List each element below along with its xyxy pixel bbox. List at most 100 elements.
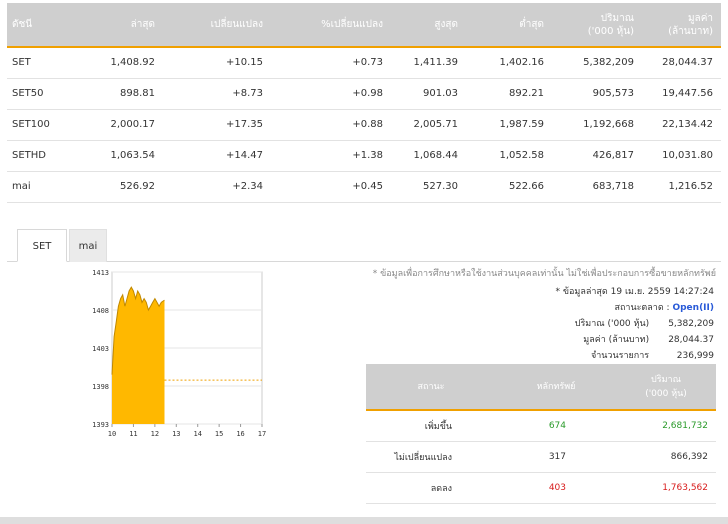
market-volume-label: ปริมาณ ('000 หุ้น): [574, 319, 650, 329]
index-pct-change: +1.38: [271, 140, 391, 172]
col-header-value[interactable]: มูลค่า (ล้านบาท): [642, 3, 721, 48]
col-header-status: สถานะ: [366, 364, 496, 411]
index-value: 10,031.80: [642, 140, 721, 172]
x-tick-label: 16: [236, 430, 244, 438]
index-volume: 5,382,209: [552, 47, 642, 79]
table-row: SET100 2,000.17 +17.35 +0.88 2,005.71 1,…: [7, 109, 721, 141]
market-volume: ปริมาณ ('000 หุ้น) 5,382,209: [575, 316, 714, 330]
y-tick-label: 1393: [92, 421, 109, 429]
tab-mai[interactable]: mai: [69, 229, 107, 262]
index-volume: 426,817: [552, 140, 642, 172]
x-tick-label: 10: [108, 430, 116, 438]
index-low: 1,987.59: [466, 109, 552, 141]
index-change: +8.73: [163, 78, 271, 110]
index-last: 898.81: [77, 78, 163, 110]
index-change: +14.47: [163, 140, 271, 172]
x-tick-label: 14: [193, 430, 201, 438]
market-trades-value: 236,999: [676, 351, 714, 361]
col-header-pct-change[interactable]: %เปลี่ยนแปลง: [271, 3, 391, 48]
index-name: mai: [7, 171, 77, 203]
col-header-change[interactable]: เปลี่ยนแปลง: [163, 3, 271, 48]
col-header-stat-volume: ปริมาณ ('000 หุ้น): [616, 364, 716, 411]
table-row: mai 526.92 +2.34 +0.45 527.30 522.66 683…: [7, 171, 721, 203]
col-header-low[interactable]: ต่ำสุด: [466, 3, 552, 48]
index-low: 1,052.58: [466, 140, 552, 172]
market-status-value: Open(II): [672, 303, 714, 313]
col-header-index[interactable]: ดัชนี: [7, 3, 77, 48]
index-volume: 1,192,668: [552, 109, 642, 141]
disclaimer-text: * ข้อมูลเพื่อการศึกษาหรือใช้งานส่วนบุคคล…: [372, 269, 716, 279]
tab-set[interactable]: SET: [17, 229, 67, 262]
index-low: 522.66: [466, 171, 552, 203]
index-area-series: [112, 287, 165, 424]
col-header-volume[interactable]: ปริมาณ ('000 หุ้น): [552, 3, 642, 48]
index-high: 901.03: [391, 78, 466, 110]
index-pct-change: +0.98: [271, 78, 391, 110]
index-change: +17.35: [163, 109, 271, 141]
stat-volume: 2,681,732: [616, 410, 716, 442]
col-header-high[interactable]: สูงสุด: [391, 3, 466, 48]
index-name-link[interactable]: SET50: [7, 78, 77, 110]
col-header-securities: หลักทรัพย์: [496, 364, 616, 411]
advance-decline-header: สถานะ หลักทรัพย์ ปริมาณ ('000 หุ้น): [366, 364, 716, 411]
market-trades: จำนวนรายการ 236,999: [591, 348, 714, 362]
index-last: 1,063.54: [77, 140, 163, 172]
table-row: เพิ่มขึ้น 674 2,681,732: [366, 410, 716, 442]
index-change: +2.34: [163, 171, 271, 203]
index-pct-change: +0.88: [271, 109, 391, 141]
index-high: 2,005.71: [391, 109, 466, 141]
y-tick-label: 1413: [92, 269, 109, 277]
index-table: ดัชนี ล่าสุด เปลี่ยนแปลง %เปลี่ยนแปลง สู…: [7, 3, 721, 203]
index-name: SET: [7, 47, 77, 79]
stat-count: 403: [496, 472, 616, 504]
intraday-index-chart: 1413 1408 1403 1398 139310 11 12 13 14 15 16 17: [92, 269, 266, 438]
stat-count: 674: [496, 410, 616, 442]
table-row: ลดลง 403 1,763,562: [366, 472, 716, 504]
index-last: 1,408.92: [77, 47, 163, 79]
index-name-link[interactable]: SETHD: [7, 140, 77, 172]
x-tick-label: 13: [172, 430, 180, 438]
x-tick-label: 11: [129, 430, 137, 438]
index-value: 1,216.52: [642, 171, 721, 203]
index-low: 892.21: [466, 78, 552, 110]
index-high: 1,068.44: [391, 140, 466, 172]
index-last: 526.92: [77, 171, 163, 203]
stat-volume: 1,763,562: [616, 472, 716, 504]
y-tick-label: 1398: [92, 383, 109, 391]
index-last: 2,000.17: [77, 109, 163, 141]
index-low: 1,402.16: [466, 47, 552, 79]
index-volume: 683,718: [552, 171, 642, 203]
col-header-last[interactable]: ล่าสุด: [77, 3, 163, 48]
index-name-link[interactable]: SET100: [7, 109, 77, 141]
stat-volume: 866,392: [616, 441, 716, 473]
index-value: 22,134.42: [642, 109, 721, 141]
advance-decline-table: สถานะ หลักทรัพย์ ปริมาณ ('000 หุ้น) เพิ่…: [366, 364, 716, 504]
index-value: 28,044.37: [642, 47, 721, 79]
table-row: SETHD 1,063.54 +14.47 +1.38 1,068.44 1,0…: [7, 140, 721, 172]
market-trades-label: จำนวนรายการ: [590, 351, 650, 361]
index-pct-change: +0.73: [271, 47, 391, 79]
table-row: SET 1,408.92 +10.15 +0.73 1,411.39 1,402…: [7, 47, 721, 79]
market-value-label: มูลค่า (ล้านบาท): [583, 335, 650, 345]
x-tick-label: 17: [258, 430, 266, 438]
x-tick-label: 15: [215, 430, 223, 438]
index-value: 19,447.56: [642, 78, 721, 110]
index-high: 1,411.39: [391, 47, 466, 79]
y-tick-label: 1408: [92, 307, 109, 315]
index-volume: 905,573: [552, 78, 642, 110]
index-pct-change: +0.45: [271, 171, 391, 203]
stat-status: ไม่เปลี่ยนแปลง: [366, 441, 496, 473]
table-row: ไม่เปลี่ยนแปลง 317 866,392: [366, 441, 716, 473]
market-tab-bar: SET mai: [7, 229, 721, 262]
stat-status: เพิ่มขึ้น: [366, 410, 496, 442]
bottom-divider: [0, 517, 728, 524]
index-table-header: ดัชนี ล่าสุด เปลี่ยนแปลง %เปลี่ยนแปลง สู…: [7, 3, 721, 48]
market-value-value: 28,044.37: [668, 335, 714, 345]
stat-count: 317: [496, 441, 616, 473]
market-value: มูลค่า (ล้านบาท) 28,044.37: [583, 332, 714, 346]
market-volume-value: 5,382,209: [668, 319, 714, 329]
y-tick-label: 1403: [92, 345, 109, 353]
x-tick-label: 12: [151, 430, 159, 438]
index-high: 527.30: [391, 171, 466, 203]
market-status-label: สถานะตลาด :: [614, 303, 670, 313]
